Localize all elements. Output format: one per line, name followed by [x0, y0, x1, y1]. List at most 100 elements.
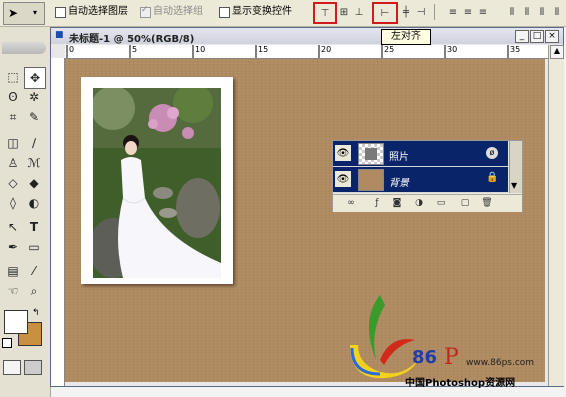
lasso-tool-icon[interactable]: ʘ [3, 87, 23, 107]
history-brush-tool-icon[interactable]: ℳ [24, 153, 44, 173]
chevron-down-icon: ▾ [33, 8, 38, 17]
scroll-up-button[interactable]: ▲ [550, 45, 564, 59]
move-tool-icon: ➤ [8, 6, 19, 20]
default-colors-icon[interactable] [2, 338, 12, 348]
magic-wand-tool-icon[interactable]: ✲ [24, 87, 44, 107]
layer-thumbnail [358, 143, 384, 165]
paint-bucket-tool-icon[interactable]: ◆ [24, 173, 44, 193]
rectangle-tool-icon[interactable]: ▭ [24, 237, 44, 257]
distribute-right-icon[interactable]: ⫴ [535, 5, 549, 19]
ruler-ticks [66, 45, 509, 58]
bride-photo [93, 88, 221, 278]
layers-panel: 👁 照片 ø 👁 背景 🔒 ▼ ∞ ƒ ◙ ◑ ▭ ▢ 🗑 [332, 140, 523, 212]
layer-row-photo[interactable]: 👁 照片 ø [333, 141, 508, 167]
minimize-button[interactable]: _ [515, 30, 529, 43]
toolbox: ⬚ ✥ ʘ ✲ ⌗ ✎ ◫ ∕ ♙ ℳ ◇ ◆ ◊ ◐ ↖ T ✒ ▭ ▤ ⁄ … [0, 27, 51, 397]
blur-tool-icon[interactable]: ◊ [3, 193, 23, 213]
hand-tool-icon[interactable]: ☜ [3, 281, 23, 301]
link-layers-icon[interactable]: ∞ [345, 197, 357, 209]
adjustment-layer-icon[interactable]: ◑ [413, 197, 425, 209]
clone-stamp-tool-icon[interactable]: ♙ [3, 153, 23, 173]
auto-select-group-checkbox[interactable]: ✓ [140, 5, 151, 18]
zoom-tool-icon[interactable]: ⌕ [24, 281, 44, 301]
eye-icon[interactable]: 👁 [335, 145, 351, 161]
marquee-tool-icon[interactable]: ⬚ [3, 67, 23, 87]
horizontal-ruler: 0 5 10 15 20 25 30 35 [65, 45, 548, 59]
swap-colors-icon[interactable]: ↰ [32, 308, 40, 318]
crop-tool-icon[interactable]: ⌗ [3, 107, 23, 127]
standard-mode-icon[interactable] [3, 360, 21, 375]
watermark-url: www.86ps.com [466, 358, 535, 368]
logo-graphic [350, 295, 418, 379]
pen-tool-icon[interactable]: ✒ [3, 237, 23, 257]
distribute-left-icon[interactable]: ⫴ [505, 5, 519, 19]
foreground-color-swatch[interactable] [4, 310, 28, 334]
eraser-tool-icon[interactable]: ◇ [3, 173, 23, 193]
add-style-icon[interactable]: ƒ [371, 197, 383, 209]
align-left-tooltip: 左对齐 [381, 29, 431, 45]
ruler-label: 25 [384, 45, 395, 54]
tool-preset-picker[interactable]: ➤ ▾ [3, 2, 45, 25]
distribute-center-icon[interactable]: ≡ [461, 5, 475, 19]
options-bar: ➤ ▾ 自动选择图层 ✓ 自动选择组 显示变换控件 ⊤ ⊞ ⊥ ⊢ ╪ ⊣ ≡ … [0, 0, 566, 27]
ruler-label: 15 [258, 45, 269, 54]
delete-layer-icon[interactable]: 🗑 [481, 197, 493, 209]
document-title: 未标题-1 @ 50%(RGB/8) [69, 34, 195, 45]
ruler-label: 10 [195, 45, 206, 54]
align-top-icon: ⊤ [320, 7, 330, 19]
notes-tool-icon[interactable]: ▤ [3, 261, 23, 281]
type-tool-icon[interactable]: T [24, 217, 44, 237]
dodge-tool-icon[interactable]: ◐ [24, 193, 44, 213]
show-transform-controls-label: 显示变换控件 [232, 6, 292, 17]
new-group-icon[interactable]: ▭ [435, 197, 447, 209]
slice-tool-icon[interactable]: ✎ [24, 107, 44, 127]
distribute-bottom-icon[interactable]: ≡ [476, 5, 490, 19]
align-top-button[interactable]: ⊤ [313, 2, 337, 24]
canvas[interactable] [65, 59, 545, 382]
ruler-label: 5 [132, 45, 138, 54]
watermark-number: 86 [412, 347, 438, 368]
vertical-scrollbar[interactable]: ▲ [548, 45, 564, 386]
separator [434, 4, 435, 20]
distribute-top-icon[interactable]: ≡ [446, 5, 460, 19]
new-layer-icon[interactable]: ▢ [459, 197, 471, 209]
align-bottom-icon[interactable]: ⊥ [352, 5, 366, 19]
auto-select-layer-checkbox[interactable] [55, 7, 66, 18]
photo-frame [81, 77, 233, 284]
align-left-button[interactable]: ⊢ [372, 2, 398, 24]
align-horizontal-center-icon[interactable]: ╪ [399, 5, 413, 19]
ruler-label: 35 [510, 45, 521, 54]
ps-document-icon: ■ [55, 30, 64, 40]
ruler-label: 0 [69, 45, 75, 54]
distribute-width-icon[interactable]: ⫴ [550, 5, 564, 19]
align-right-icon[interactable]: ⊣ [414, 5, 428, 19]
layer-name[interactable]: 照片 [389, 148, 409, 163]
align-left-icon: ⊢ [380, 7, 390, 19]
eyedropper-tool-icon[interactable]: ⁄ [24, 261, 44, 281]
quick-mask-mode-icon[interactable] [24, 360, 42, 375]
eye-icon[interactable]: 👁 [335, 171, 351, 187]
ruler-label: 20 [321, 45, 332, 54]
auto-select-group-label: 自动选择组 [153, 6, 203, 17]
show-transform-controls-checkbox[interactable] [219, 7, 230, 18]
layers-footer: ∞ ƒ ◙ ◑ ▭ ▢ 🗑 [333, 194, 522, 212]
auto-select-layer-label: 自动选择图层 [68, 6, 128, 17]
photo-illustration [93, 88, 221, 278]
layer-name[interactable]: 背景 [389, 174, 409, 189]
feather-logo [2, 42, 46, 54]
healing-brush-tool-icon[interactable]: ◫ [3, 133, 23, 153]
brush-tool-icon[interactable]: ∕ [24, 133, 44, 153]
layer-thumbnail [358, 169, 384, 191]
move-tool-icon[interactable]: ✥ [24, 67, 46, 89]
add-mask-icon[interactable]: ◙ [391, 197, 403, 209]
align-vertical-center-icon[interactable]: ⊞ [337, 5, 351, 19]
close-button[interactable]: × [545, 30, 559, 43]
layer-style-icon[interactable]: ø [486, 147, 498, 159]
layer-row-background[interactable]: 👁 背景 🔒 [333, 167, 508, 193]
path-selection-tool-icon[interactable]: ↖ [3, 217, 23, 237]
document-title-bar[interactable]: ■ 未标题-1 @ 50%(RGB/8) _ □ × [51, 28, 563, 45]
distribute-hcenter-icon[interactable]: ⫴ [520, 5, 534, 19]
layers-scrollbar[interactable]: ▼ [509, 141, 522, 193]
watermark-caption: 中国Photoshop资源网 [405, 378, 516, 389]
maximize-button[interactable]: □ [530, 30, 544, 43]
